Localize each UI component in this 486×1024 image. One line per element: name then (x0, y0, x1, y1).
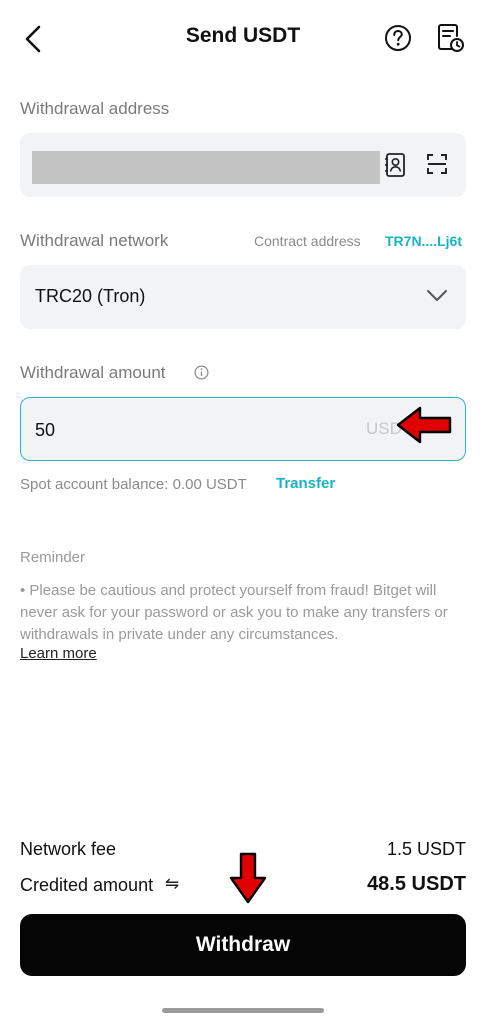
scan-button[interactable] (426, 153, 448, 175)
reminder-text: • Please be cautious and protect yoursel… (20, 582, 448, 643)
network-select[interactable]: TRC20 (Tron) (20, 265, 466, 329)
transfer-link[interactable]: Transfer (276, 475, 335, 492)
withdraw-button[interactable]: Withdraw (20, 914, 466, 976)
reminder-title: Reminder (20, 549, 86, 566)
annotation-arrow-down-icon (229, 852, 267, 904)
amount-input[interactable] (35, 418, 235, 442)
credited-amount-label: Credited amount (20, 875, 154, 895)
annotation-arrow-left-icon (396, 406, 452, 444)
amount-label: Withdrawal amount (20, 363, 166, 382)
document-clock-icon (438, 24, 464, 52)
network-fee-value: 1.5 USDT (386, 839, 466, 859)
help-button[interactable] (384, 24, 412, 52)
header: Send USDT (0, 0, 486, 80)
network-selected-value: TRC20 (Tron) (35, 286, 146, 306)
credited-amount-value: 48.5 USDT (367, 873, 466, 895)
page-title: Send USDT (185, 24, 301, 47)
address-label: Withdrawal address (20, 99, 170, 118)
chevron-down-icon (427, 290, 447, 301)
redacted-address (32, 151, 380, 184)
home-indicator[interactable] (162, 1008, 324, 1013)
spot-balance: Spot account balance: 0.00 USDT (20, 476, 247, 493)
learn-more-link[interactable]: Learn more (20, 645, 97, 662)
network-fee-label: Network fee (20, 839, 117, 859)
swap-arrows-icon[interactable]: ⇋ (165, 874, 179, 894)
address-field[interactable] (20, 133, 466, 197)
records-button[interactable] (436, 22, 464, 54)
contract-address-link[interactable]: TR7N....Lj6t (385, 233, 462, 249)
question-circle-icon (385, 25, 411, 51)
contract-address-label: Contract address (254, 233, 361, 249)
network-label: Withdrawal network (20, 231, 169, 250)
scan-icon (427, 154, 447, 174)
info-icon[interactable] (194, 365, 209, 380)
address-book-button[interactable] (384, 151, 406, 179)
address-book-icon (385, 153, 405, 177)
